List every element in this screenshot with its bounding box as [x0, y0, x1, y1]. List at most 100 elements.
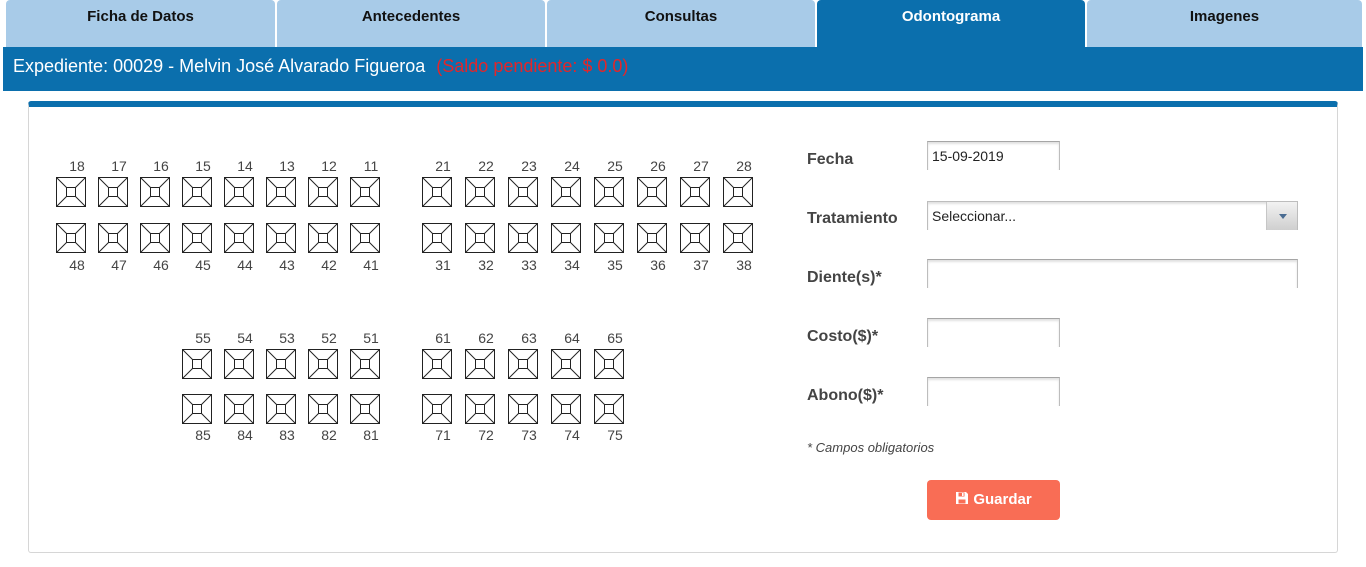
- tooth-13[interactable]: [266, 177, 296, 207]
- tab-consultas[interactable]: Consultas: [547, 0, 815, 47]
- tooth-number-label: 22: [478, 158, 494, 174]
- tooth-48[interactable]: [56, 223, 86, 253]
- tooth-33[interactable]: [508, 223, 538, 253]
- tooth-number-label: 46: [153, 257, 169, 273]
- tooth-22[interactable]: [465, 177, 495, 207]
- tooth-84[interactable]: [224, 394, 254, 424]
- tooth-53[interactable]: [266, 349, 296, 379]
- tooth-52[interactable]: [308, 349, 338, 379]
- select-arrow-button[interactable]: [1266, 202, 1297, 230]
- tooth-72[interactable]: [465, 394, 495, 424]
- tab-antecedentes[interactable]: Antecedentes: [277, 0, 545, 47]
- tratamiento-select[interactable]: Seleccionar...: [927, 201, 1298, 230]
- patient-header: Expediente: 00029 - Melvin José Alvarado…: [3, 47, 1363, 91]
- costo-label: Costo($)*: [807, 328, 879, 345]
- tooth-64[interactable]: [551, 349, 581, 379]
- tooth-81[interactable]: [350, 394, 380, 424]
- expediente-title: Expediente: 00029 - Melvin José Alvarado…: [13, 56, 426, 76]
- tooth-number-label: 11: [363, 158, 379, 174]
- tooth-15[interactable]: [182, 177, 212, 207]
- tooth-85[interactable]: [182, 394, 212, 424]
- saldo-pendiente: (Saldo pendiente: $ 0.0): [436, 56, 629, 76]
- tooth-41[interactable]: [350, 223, 380, 253]
- tooth-73[interactable]: [508, 394, 538, 424]
- tooth-number-label: 44: [237, 257, 253, 273]
- tooth-54[interactable]: [224, 349, 254, 379]
- tooth-61[interactable]: [422, 349, 452, 379]
- fecha-input[interactable]: [927, 141, 1060, 170]
- tooth-82[interactable]: [308, 394, 338, 424]
- tooth-25[interactable]: [594, 177, 624, 207]
- tooth-number-label: 32: [478, 257, 494, 273]
- tooth-number-label: 82: [321, 427, 337, 443]
- tooth-34[interactable]: [551, 223, 581, 253]
- tooth-number-label: 42: [321, 257, 337, 273]
- tooth-46[interactable]: [140, 223, 170, 253]
- tooth-12[interactable]: [308, 177, 338, 207]
- tooth-74[interactable]: [551, 394, 581, 424]
- tooth-number-label: 28: [736, 158, 752, 174]
- tooth-38[interactable]: [723, 223, 753, 253]
- tooth-28[interactable]: [723, 177, 753, 207]
- tooth-75[interactable]: [594, 394, 624, 424]
- tooth-44[interactable]: [224, 223, 254, 253]
- tooth-32[interactable]: [465, 223, 495, 253]
- save-button-label: Guardar: [973, 491, 1032, 508]
- abono-input[interactable]: [927, 377, 1060, 406]
- tooth-number-label: 33: [521, 257, 537, 273]
- tooth-number-label: 31: [435, 257, 451, 273]
- tooth-51[interactable]: [350, 349, 380, 379]
- tooth-number-label: 75: [607, 427, 623, 443]
- tooth-24[interactable]: [551, 177, 581, 207]
- tab-imagenes[interactable]: Imagenes: [1087, 0, 1362, 47]
- tooth-number-label: 48: [69, 257, 85, 273]
- tooth-11[interactable]: [350, 177, 380, 207]
- tooth-number-label: 74: [564, 427, 580, 443]
- tooth-42[interactable]: [308, 223, 338, 253]
- tab-odontograma[interactable]: Odontograma: [817, 0, 1085, 47]
- tooth-27[interactable]: [680, 177, 710, 207]
- tooth-number-label: 41: [363, 257, 379, 273]
- tooth-number-label: 72: [478, 427, 494, 443]
- tooth-number-label: 26: [650, 158, 666, 174]
- tooth-number-label: 34: [564, 257, 580, 273]
- tooth-65[interactable]: [594, 349, 624, 379]
- tooth-number-label: 24: [564, 158, 580, 174]
- tooth-35[interactable]: [594, 223, 624, 253]
- tooth-number-label: 37: [693, 257, 709, 273]
- tooth-16[interactable]: [140, 177, 170, 207]
- tooth-14[interactable]: [224, 177, 254, 207]
- tooth-47[interactable]: [98, 223, 128, 253]
- odontogram-panel: [28, 101, 1338, 553]
- tooth-23[interactable]: [508, 177, 538, 207]
- dientes-label: Diente(s)*: [807, 269, 882, 286]
- tooth-21[interactable]: [422, 177, 452, 207]
- tooth-number-label: 54: [237, 330, 253, 346]
- tab-ficha-de-datos[interactable]: Ficha de Datos: [6, 0, 275, 47]
- dientes-input[interactable]: [927, 259, 1298, 288]
- tooth-55[interactable]: [182, 349, 212, 379]
- tooth-31[interactable]: [422, 223, 452, 253]
- tooth-83[interactable]: [266, 394, 296, 424]
- tooth-63[interactable]: [508, 349, 538, 379]
- costo-input[interactable]: [927, 318, 1060, 347]
- tooth-17[interactable]: [98, 177, 128, 207]
- tooth-number-label: 23: [521, 158, 537, 174]
- save-button[interactable]: Guardar: [927, 480, 1060, 520]
- tooth-45[interactable]: [182, 223, 212, 253]
- fecha-label: Fecha: [807, 151, 854, 168]
- tooth-71[interactable]: [422, 394, 452, 424]
- tooth-36[interactable]: [637, 223, 667, 253]
- tooth-62[interactable]: [465, 349, 495, 379]
- tooth-37[interactable]: [680, 223, 710, 253]
- tooth-number-label: 16: [153, 158, 169, 174]
- tooth-number-label: 61: [435, 330, 451, 346]
- tooth-number-label: 47: [111, 257, 127, 273]
- tooth-18[interactable]: [56, 177, 86, 207]
- tooth-43[interactable]: [266, 223, 296, 253]
- tooth-number-label: 45: [195, 257, 211, 273]
- tooth-number-label: 52: [321, 330, 337, 346]
- tooth-26[interactable]: [637, 177, 667, 207]
- tooth-number-label: 85: [195, 427, 211, 443]
- tooth-number-label: 73: [521, 427, 537, 443]
